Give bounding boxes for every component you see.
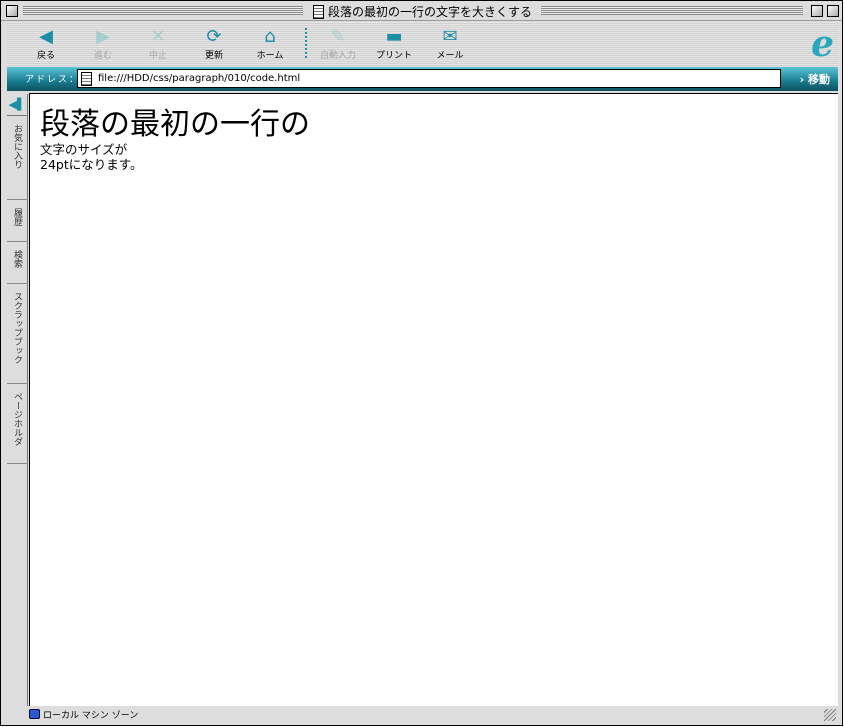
- refresh-button[interactable]: ⟳ 更新: [189, 26, 239, 61]
- zoom-box[interactable]: [811, 5, 823, 17]
- ie-logo-icon: e: [811, 23, 834, 65]
- mail-icon: ✉: [442, 26, 458, 47]
- forward-arrow-icon: ▶: [96, 26, 110, 47]
- forward-button[interactable]: ▶ 進む: [78, 26, 128, 61]
- zone-icon: [29, 709, 40, 719]
- close-box[interactable]: [6, 5, 18, 17]
- explorer-bar: ◀▌ お気に入り 履歴 検索 スクラップブック ページホルダ: [7, 94, 28, 706]
- page-icon: [81, 71, 92, 86]
- mail-button[interactable]: ✉ メール: [425, 26, 475, 61]
- paragraph-line: 文字のサイズが: [40, 142, 128, 157]
- window-title: 段落の最初の一行の文字を大きくする: [328, 5, 533, 19]
- page-content: 段落の最初の一行の 文字のサイズが 24ptになります。: [29, 93, 838, 706]
- back-button[interactable]: ◀ 戻る: [21, 26, 71, 61]
- tab-page-holder[interactable]: ページホルダ: [7, 384, 28, 464]
- tab-favorites[interactable]: お気に入り: [7, 116, 28, 200]
- tab-scrapbook[interactable]: スクラップブック: [7, 284, 28, 384]
- toolbar: ◀ 戻る ▶ 進む ✕ 中止 ⟳ 更新 ⌂ ホーム ✎ 自動入力 ▬ プリント ✉ メール e: [7, 22, 838, 66]
- zone-text: ローカル マシン ゾーン: [43, 710, 139, 721]
- title-bar[interactable]: 段落の最初の一行の文字を大きくする: [1, 1, 842, 21]
- address-bar: アドレス： file:///HDD/css/paragraph/010/code…: [7, 67, 838, 91]
- first-line: 段落の最初の一行の: [40, 107, 310, 142]
- stop-button[interactable]: ✕ 中止: [133, 26, 183, 61]
- print-button[interactable]: ▬ プリント: [369, 26, 419, 61]
- paragraph-line: 24ptになります。: [40, 157, 143, 172]
- back-arrow-icon: ◀: [39, 26, 53, 47]
- address-label: アドレス：: [25, 75, 81, 85]
- tab-search[interactable]: 検索: [7, 242, 28, 284]
- address-input[interactable]: file:///HDD/css/paragraph/010/code.html: [77, 69, 781, 88]
- autofill-button[interactable]: ✎ 自動入力: [313, 26, 363, 61]
- browser-window: 段落の最初の一行の文字を大きくする ◀ 戻る ▶ 進む ✕ 中止 ⟳ 更新 ⌂ ホーム ✎…: [0, 0, 843, 726]
- tab-history[interactable]: 履歴: [7, 200, 28, 242]
- print-icon: ▬: [385, 26, 403, 47]
- stop-icon: ✕: [150, 26, 166, 47]
- resize-handle[interactable]: [824, 709, 836, 721]
- go-button[interactable]: › 移動: [800, 71, 830, 87]
- toolbar-separator: [305, 28, 307, 58]
- autofill-icon: ✎: [330, 26, 346, 47]
- explorer-bar-toggle-icon[interactable]: ◀▌: [7, 94, 27, 116]
- document-icon: [313, 4, 324, 19]
- refresh-icon: ⟳: [206, 26, 222, 47]
- collapse-box[interactable]: [827, 5, 839, 17]
- home-icon: ⌂: [264, 26, 276, 47]
- status-bar: ローカル マシン ゾーン: [7, 707, 838, 721]
- home-button[interactable]: ⌂ ホーム: [245, 26, 295, 61]
